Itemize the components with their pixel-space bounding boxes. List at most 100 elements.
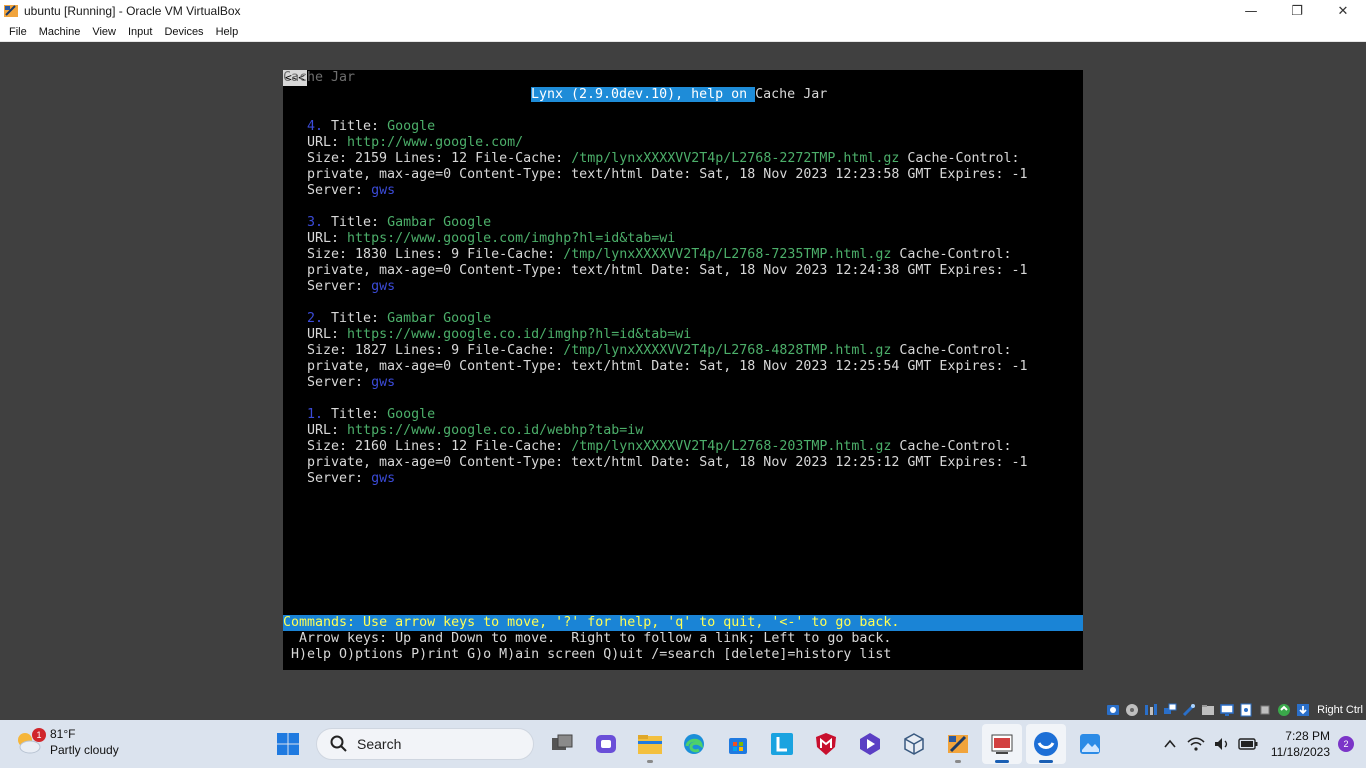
shared-folders-icon[interactable] (1200, 702, 1216, 718)
3d-viewer-button[interactable] (894, 724, 934, 764)
l-app-icon (771, 733, 793, 755)
title-label: Title: (331, 311, 380, 326)
running-indicator (955, 760, 961, 763)
partly-cloudy-icon: 1 (14, 728, 46, 756)
menu-devices[interactable]: Devices (158, 22, 209, 42)
running-indicator (647, 760, 653, 763)
display-icon[interactable] (1219, 702, 1235, 718)
edge-browser-icon (684, 734, 704, 754)
chevron-up-icon (1164, 739, 1176, 748)
weather-widget[interactable]: 1 81°F Partly cloudy (14, 726, 119, 758)
mouse-integration-icon[interactable] (1276, 702, 1292, 718)
entry-url-line: URL: https://www.google.com/imghp?hl=id&… (307, 231, 675, 247)
entry-title: Google (387, 119, 436, 134)
window-title-bar: ubuntu [Running] - Oracle VM VirtualBox … (0, 0, 1366, 22)
file-cache-link[interactable]: /tmp/lynxXXXXVV2T4p/L2768-2272TMP.html.g… (571, 151, 899, 166)
lynx-terminal[interactable]: <<< Cache Jar Lynx (2.9.0dev.10), help o… (283, 70, 1083, 670)
entry-url-link[interactable]: https://www.google.co.id/webhp?tab=iw (347, 423, 643, 438)
entry-url-link[interactable]: http://www.google.com/ (347, 135, 523, 150)
vbox-status-bar: Right Ctrl (1105, 700, 1366, 720)
entry-title-line: 3. Title: Gambar Google (307, 215, 491, 231)
file-cache-link[interactable]: /tmp/lynxXXXXVV2T4p/L2768-203TMP.html.gz (571, 439, 891, 454)
entry-number: 3. (307, 215, 324, 230)
usb-icon[interactable] (1181, 702, 1197, 718)
start-button[interactable] (268, 724, 308, 764)
weather-condition: Partly cloudy (50, 743, 119, 757)
notification-count-badge[interactable]: 2 (1338, 736, 1354, 752)
entry-url-link[interactable]: https://www.google.com/imghp?hl=id&tab=w… (347, 231, 675, 246)
menu-machine[interactable]: Machine (33, 22, 87, 42)
menu-help[interactable]: Help (210, 22, 245, 42)
virtualbox-manager-button[interactable] (938, 724, 978, 764)
help-line-arrows: Arrow keys: Up and Down to move. Right t… (283, 631, 892, 646)
running-indicator (995, 760, 1009, 763)
clock-time: 7:28 PM (1285, 729, 1330, 743)
optical-drive-icon[interactable] (1124, 702, 1140, 718)
microsoft-store-button[interactable] (718, 724, 758, 764)
entry-server-line: Server: gws (307, 279, 395, 295)
audio-icon[interactable] (1143, 702, 1159, 718)
chat-button[interactable] (586, 724, 626, 764)
entry-url-line: URL: https://www.google.co.id/imghp?hl=i… (307, 327, 691, 343)
server-label: Server: (307, 183, 364, 198)
size-text: Size: 2160 Lines: 12 File-Cache: (307, 439, 572, 454)
photos-button[interactable] (1070, 724, 1110, 764)
entry-title: Gambar Google (387, 215, 492, 230)
minimize-button[interactable]: — (1228, 0, 1274, 22)
recording-icon[interactable] (1238, 702, 1254, 718)
taskbar-apps: Search (266, 720, 1112, 768)
mcafee-button[interactable] (806, 724, 846, 764)
windows-logo-icon (277, 733, 299, 755)
entry-size-line: Size: 1830 Lines: 9 File-Cache: /tmp/lyn… (307, 247, 1012, 263)
entry-title: Google (387, 407, 436, 422)
cache-control-label: Cache-Control: (891, 439, 1012, 454)
clock[interactable]: 7:28 PM 11/18/2023 (1271, 728, 1330, 760)
battery-button[interactable] (1238, 734, 1258, 754)
wifi-button[interactable] (1186, 734, 1206, 754)
entry-title-line: 2. Title: Gambar Google (307, 311, 491, 327)
network-icon[interactable] (1162, 702, 1178, 718)
entry-size-line: Size: 2159 Lines: 12 File-Cache: /tmp/ly… (307, 151, 1020, 167)
folder-icon (638, 735, 662, 754)
file-cache-link[interactable]: /tmp/lynxXXXXVV2T4p/L2768-7235TMP.html.g… (563, 247, 891, 262)
volume-button[interactable] (1212, 734, 1232, 754)
entry-headers-line: private, max-age=0 Content-Type: text/ht… (307, 263, 1028, 278)
server-value: gws (371, 183, 396, 198)
show-hidden-icons-button[interactable] (1160, 734, 1180, 754)
cpu-icon[interactable] (1257, 702, 1273, 718)
help-line-keys: H)elp O)ptions P)rint G)o M)ain screen Q… (283, 647, 892, 662)
entry-number: 1. (307, 407, 324, 422)
close-button[interactable]: ✕ (1320, 0, 1366, 22)
photos-icon (1080, 734, 1100, 754)
file-explorer-button[interactable] (630, 724, 670, 764)
menu-input[interactable]: Input (122, 22, 158, 42)
server-label: Server: (307, 375, 364, 390)
edge-button[interactable] (674, 724, 714, 764)
search-icon (330, 735, 347, 752)
task-view-button[interactable] (542, 724, 582, 764)
url-label: URL: (307, 423, 340, 438)
entry-title-line: 4. Title: Google (307, 119, 435, 135)
entry-size-line: Size: 1827 Lines: 9 File-Cache: /tmp/lyn… (307, 343, 1012, 359)
menu-view[interactable]: View (86, 22, 122, 42)
vpn-app-button[interactable] (1026, 724, 1066, 764)
restore-button[interactable]: ❐ (1274, 0, 1320, 22)
commands-status-bar: Commands: Use arrow keys to move, '?' fo… (283, 615, 1083, 631)
menu-file[interactable]: File (0, 22, 33, 42)
taskbar-search[interactable]: Search (316, 728, 534, 760)
hard-disk-icon[interactable] (1105, 702, 1121, 718)
virtualbox-vm-button[interactable] (982, 724, 1022, 764)
launcher-l-button[interactable] (762, 724, 802, 764)
title-label: Title: (331, 407, 380, 422)
running-indicator (1039, 760, 1053, 763)
entry-url-line: URL: https://www.google.co.id/webhp?tab=… (307, 423, 643, 439)
entry-url-link[interactable]: https://www.google.co.id/imghp?hl=id&tab… (347, 327, 691, 342)
entry-server-line: Server: gws (307, 375, 395, 391)
cache-control-label: Cache-Control: (891, 343, 1012, 358)
page-header: Lynx (2.9.0dev.10), help on Cache Jar (531, 87, 827, 103)
file-cache-link[interactable]: /tmp/lynxXXXXVV2T4p/L2768-4828TMP.html.g… (563, 343, 891, 358)
clipchamp-button[interactable] (850, 724, 890, 764)
url-label: URL: (307, 231, 340, 246)
keyboard-capture-icon[interactable] (1295, 702, 1311, 718)
chat-icon (596, 735, 616, 753)
